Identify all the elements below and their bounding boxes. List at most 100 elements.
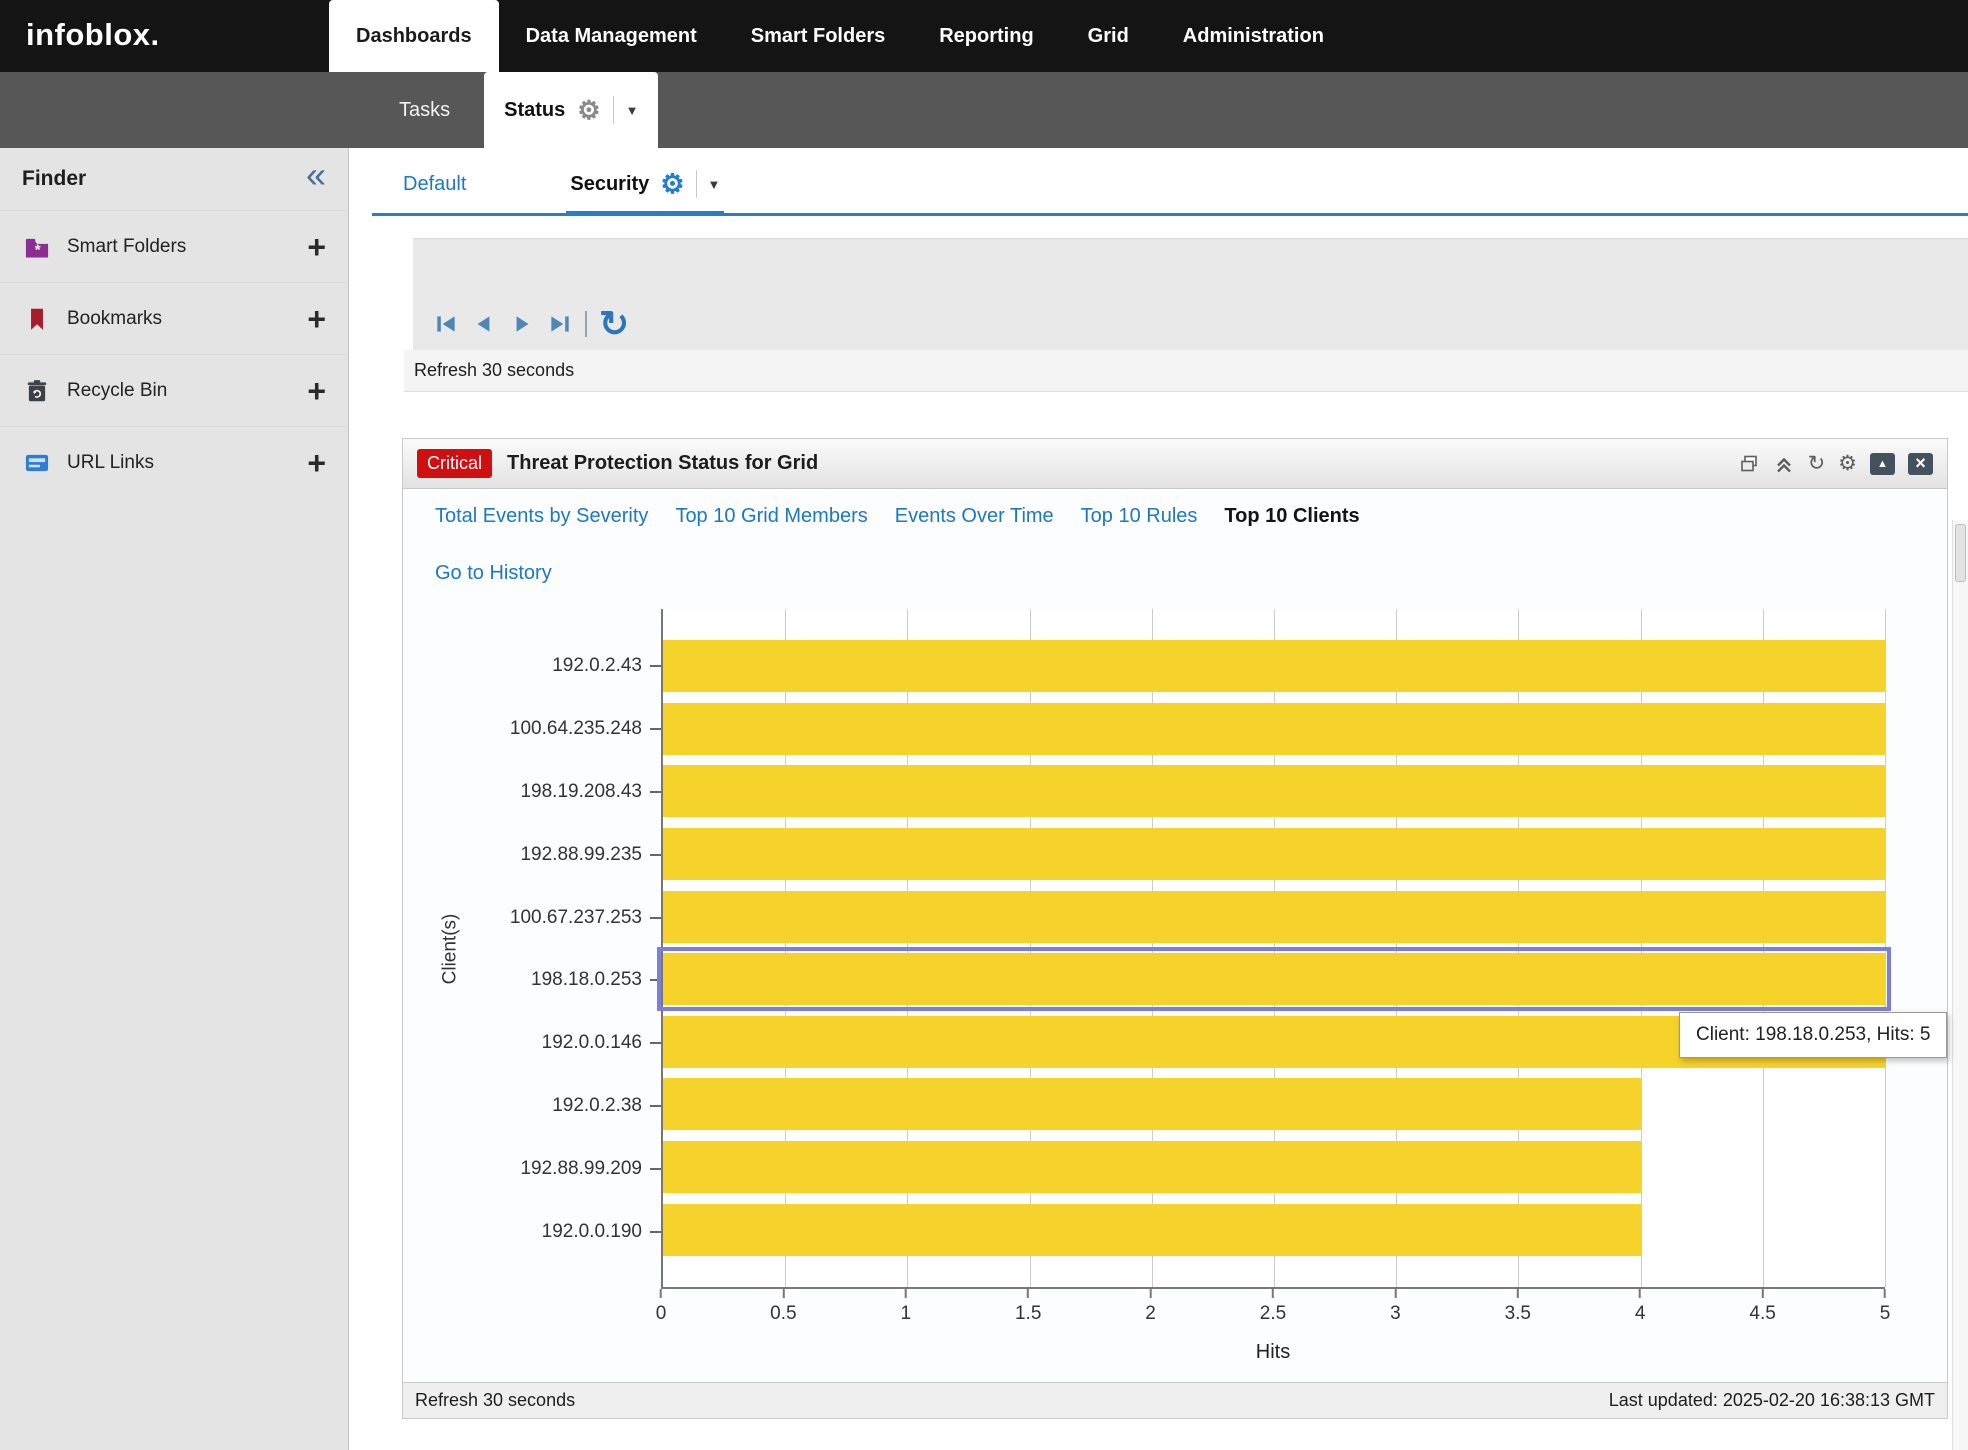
widget-footer: Refresh 30 seconds Last updated: 2025-02… (403, 1382, 1947, 1418)
tab-top-10-clients[interactable]: Top 10 Clients (1224, 505, 1359, 528)
add-recycle-bin-button[interactable]: + (307, 375, 326, 407)
add-smart-folder-button[interactable]: + (307, 231, 326, 263)
first-page-button[interactable] (433, 311, 459, 337)
tab-security-label: Security (570, 173, 649, 196)
tab-top-10-rules[interactable]: Top 10 Rules (1081, 505, 1198, 528)
y-tick-mark (650, 1168, 661, 1170)
bar-192.0.2.38[interactable] (663, 1078, 1641, 1130)
app-screen: infoblox. Dashboards Data Management Sma… (0, 0, 1968, 1450)
go-to-history-link[interactable]: Go to History (435, 562, 552, 585)
nav-item-dashboards[interactable]: Dashboards (329, 0, 499, 72)
y-tick-mark (650, 854, 661, 856)
bar-192.88.99.209[interactable] (663, 1141, 1641, 1193)
y-tick-mark (650, 917, 661, 919)
tab-security[interactable]: Security ⚙ ▼ (566, 170, 724, 216)
add-url-link-button[interactable]: + (307, 447, 326, 479)
chart-plot-area (661, 609, 1885, 1289)
previous-page-button[interactable] (471, 311, 497, 337)
chevron-down-icon[interactable]: ▼ (626, 103, 639, 118)
bar-198.19.208.43[interactable] (663, 765, 1885, 817)
gear-icon[interactable]: ⚙ (1838, 453, 1857, 474)
divider (585, 311, 587, 337)
bar-chart: Client(s) 192.0.2.43100.64.235.248198.19… (403, 609, 1947, 1289)
bar-192.0.0.190[interactable] (663, 1204, 1641, 1256)
subnav-tab-status[interactable]: Status ⚙ ▼ (484, 72, 658, 148)
gear-icon[interactable]: ⚙ (660, 171, 684, 198)
y-axis-category-label: 192.0.0.190 (467, 1200, 661, 1263)
x-tick: 3.5 (1505, 1289, 1531, 1325)
cascade-windows-icon[interactable] (1738, 453, 1760, 475)
widget-header[interactable]: Critical Threat Protection Status for Gr… (403, 439, 1947, 489)
status-badge: Critical (417, 449, 492, 478)
nav-item-smart-folders[interactable]: Smart Folders (724, 0, 912, 72)
y-axis-category-label: 192.0.2.38 (467, 1075, 661, 1138)
bar-100.67.237.253[interactable] (663, 891, 1885, 943)
svg-text:*: * (35, 241, 41, 258)
chevron-down-icon[interactable]: ▼ (708, 177, 721, 192)
bar-row (663, 1198, 1885, 1261)
close-widget-icon[interactable]: × (1908, 453, 1933, 475)
next-page-button[interactable] (509, 311, 535, 337)
bar-192.88.99.235[interactable] (663, 828, 1885, 880)
gear-icon[interactable]: ⚙ (577, 97, 600, 123)
vertical-scrollbar[interactable] (1952, 520, 1968, 1450)
bookmark-icon (22, 304, 52, 334)
bar-row (663, 1073, 1885, 1136)
refresh-icon[interactable]: ↻ (599, 308, 629, 340)
x-axis: 00.511.522.533.544.55 (661, 1289, 1885, 1337)
url-links-icon (22, 448, 52, 478)
last-page-button[interactable] (547, 311, 573, 337)
finder-sidebar: Finder « * Smart Folders + Bookmarks + (0, 148, 349, 1450)
refresh-icon[interactable]: ↻ (1808, 453, 1826, 474)
y-axis-labels: 192.0.2.43100.64.235.248198.19.208.43192… (467, 609, 661, 1289)
nav-item-administration[interactable]: Administration (1156, 0, 1351, 72)
x-tick: 1 (901, 1289, 912, 1325)
widget-refresh-text: Refresh 30 seconds (415, 1390, 575, 1411)
sub-nav-bar: Tasks Status ⚙ ▼ (0, 72, 1968, 148)
collapse-widget-icon[interactable]: ▲ (1870, 453, 1895, 475)
tab-top-10-grid-members[interactable]: Top 10 Grid Members (675, 505, 867, 528)
top-nav-bar: infoblox. Dashboards Data Management Sma… (0, 0, 1968, 72)
subnav-tab-status-label: Status (504, 99, 565, 122)
y-axis-category-label: 192.88.99.209 (467, 1137, 661, 1200)
up-arrow-icon: ▲ (1870, 453, 1895, 475)
bar-row (663, 885, 1885, 948)
x-tick: 3 (1390, 1289, 1401, 1325)
sidebar-item-url-links[interactable]: URL Links + (0, 426, 348, 498)
bar-198.18.0.253[interactable] (663, 953, 1885, 1005)
infoblox-logo: infoblox. (0, 0, 329, 72)
threat-protection-widget: Critical Threat Protection Status for Gr… (402, 438, 1948, 1419)
sidebar-item-label: Bookmarks (67, 308, 307, 330)
divider (696, 170, 697, 198)
bar-row (663, 1136, 1885, 1199)
add-bookmark-button[interactable]: + (307, 303, 326, 335)
widget-header-icons: ↻ ⚙ ▲ × (1738, 453, 1933, 475)
bar-192.0.2.43[interactable] (663, 640, 1885, 692)
gridline (1885, 609, 1886, 1287)
x-tick: 1.5 (1015, 1289, 1041, 1325)
nav-item-reporting[interactable]: Reporting (912, 0, 1060, 72)
sidebar-item-recycle-bin[interactable]: Recycle Bin + (0, 354, 348, 426)
bar-100.64.235.248[interactable] (663, 703, 1885, 755)
tab-default[interactable]: Default (399, 173, 470, 213)
finder-header: Finder « (0, 148, 348, 210)
nav-item-data-management[interactable]: Data Management (499, 0, 724, 72)
subnav-item-tasks[interactable]: Tasks (379, 72, 470, 148)
content-area: Finder « * Smart Folders + Bookmarks + (0, 148, 1968, 1450)
sidebar-item-bookmarks[interactable]: Bookmarks + (0, 282, 348, 354)
nav-item-grid[interactable]: Grid (1061, 0, 1156, 72)
y-tick-mark (650, 1231, 661, 1233)
collapse-sidebar-icon[interactable]: « (306, 161, 326, 190)
tab-events-over-time[interactable]: Events Over Time (895, 505, 1054, 528)
pager-controls: ↻ (433, 308, 629, 340)
y-tick-mark (650, 1105, 661, 1107)
x-tick: 2 (1145, 1289, 1156, 1325)
tab-total-events-by-severity[interactable]: Total Events by Severity (435, 505, 648, 528)
scrollbar-thumb[interactable] (1955, 524, 1966, 582)
main-panel: Default Security ⚙ ▼ (349, 148, 1968, 1450)
x-tick: 4.5 (1749, 1289, 1775, 1325)
sidebar-item-label: Smart Folders (67, 236, 307, 258)
collapse-all-icon[interactable] (1773, 453, 1795, 475)
sidebar-item-smart-folders[interactable]: * Smart Folders + (0, 210, 348, 282)
x-axis-title: Hits (661, 1337, 1885, 1382)
